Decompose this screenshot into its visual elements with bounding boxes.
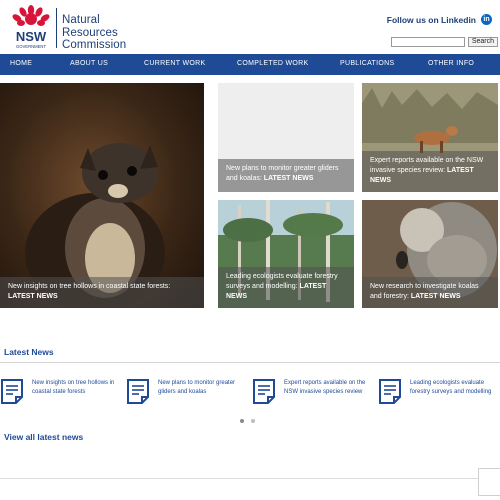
- brand-line-3: Commission: [62, 39, 127, 51]
- site-header: NSW GOVERNMENT Natural Resources Commiss…: [0, 0, 500, 54]
- latest-news-item[interactable]: Leading ecologists evaluate forestry sur…: [378, 378, 498, 408]
- floating-widget[interactable]: [478, 468, 500, 496]
- latest-news-item-text[interactable]: New plans to monitor greater gliders and…: [158, 379, 248, 397]
- search-button[interactable]: Search: [467, 37, 498, 47]
- news-tile-ecologists[interactable]: Leading ecologists evaluate forestry sur…: [218, 200, 354, 308]
- main-nav: HOME ABOUT US CURRENT WORK COMPLETED WOR…: [0, 54, 500, 75]
- tile-caption-tag: LATEST NEWS: [263, 175, 314, 182]
- nsw-waratah-logo[interactable]: NSW GOVERNMENT: [9, 4, 53, 50]
- document-icon: [1, 379, 23, 404]
- news-tile-koalas-forestry[interactable]: New research to investigate koalas and f…: [362, 200, 498, 308]
- carousel-dot[interactable]: [251, 419, 255, 423]
- nav-item-publications[interactable]: PUBLICATIONS: [340, 60, 394, 67]
- logo-text: NSW: [16, 29, 47, 44]
- latest-news-item-text[interactable]: New insights on tree hollows in coastal …: [32, 379, 122, 397]
- tile-caption: Leading ecologists evaluate forestry sur…: [218, 267, 354, 308]
- brand-line-1: Natural: [62, 14, 100, 26]
- document-icon: [379, 379, 401, 404]
- view-all-news-link[interactable]: View all latest news: [4, 432, 83, 442]
- latest-news-heading: Latest News: [4, 347, 54, 357]
- latest-news-item-text[interactable]: Leading ecologists evaluate forestry sur…: [410, 379, 500, 397]
- possum-photo: [25, 143, 165, 308]
- carousel-dot-active[interactable]: [240, 419, 244, 423]
- linkedin-link[interactable]: Follow us on Linkedin in: [387, 14, 492, 25]
- tile-caption: New plans to monitor greater gliders and…: [218, 159, 354, 192]
- divider: [0, 362, 500, 363]
- nav-item-completed-work[interactable]: COMPLETED WORK: [237, 60, 308, 67]
- nav-item-current-work[interactable]: CURRENT WORK: [144, 60, 205, 67]
- latest-news-item[interactable]: New plans to monitor greater gliders and…: [126, 378, 246, 408]
- nav-item-home[interactable]: HOME: [10, 60, 32, 67]
- linkedin-icon[interactable]: in: [481, 14, 492, 25]
- site-brand[interactable]: Natural Resources Commission: [62, 14, 126, 52]
- tile-caption: New research to investigate koalas and f…: [362, 277, 498, 308]
- document-icon: [253, 379, 275, 404]
- tile-caption-tag: LATEST NEWS: [8, 293, 58, 300]
- search-form: Search: [390, 37, 498, 47]
- logo-divider: [56, 8, 57, 48]
- carousel-pagination: [240, 419, 255, 423]
- tile-caption: New insights on tree hollows in coastal …: [0, 277, 204, 308]
- document-icon: [127, 379, 149, 404]
- search-input[interactable]: [390, 37, 465, 47]
- linkedin-label: Follow us on Linkedin: [386, 14, 476, 25]
- latest-news-item[interactable]: Expert reports available on the NSW inva…: [252, 378, 372, 408]
- news-tile-gliders-koalas[interactable]: New plans to monitor greater gliders and…: [218, 83, 354, 192]
- divider: [0, 478, 500, 479]
- tile-caption: Expert reports available on the NSW inva…: [362, 151, 498, 192]
- logo-subtext: GOVERNMENT: [16, 44, 46, 49]
- tile-caption-tag: LATEST NEWS: [410, 293, 461, 300]
- latest-news-item-text[interactable]: Expert reports available on the NSW inva…: [284, 379, 374, 397]
- nav-item-about-us[interactable]: ABOUT US: [70, 60, 108, 67]
- latest-news-item[interactable]: New insights on tree hollows in coastal …: [0, 378, 120, 408]
- nav-item-other-info[interactable]: OTHER INFO: [428, 60, 474, 67]
- brand-line-2: Resources: [62, 26, 118, 39]
- news-tile-invasive-species[interactable]: Expert reports available on the NSW inva…: [362, 83, 498, 192]
- news-tile-tree-hollows[interactable]: New insights on tree hollows in coastal …: [0, 83, 204, 308]
- tile-caption-text: New insights on tree hollows in coastal …: [8, 283, 171, 290]
